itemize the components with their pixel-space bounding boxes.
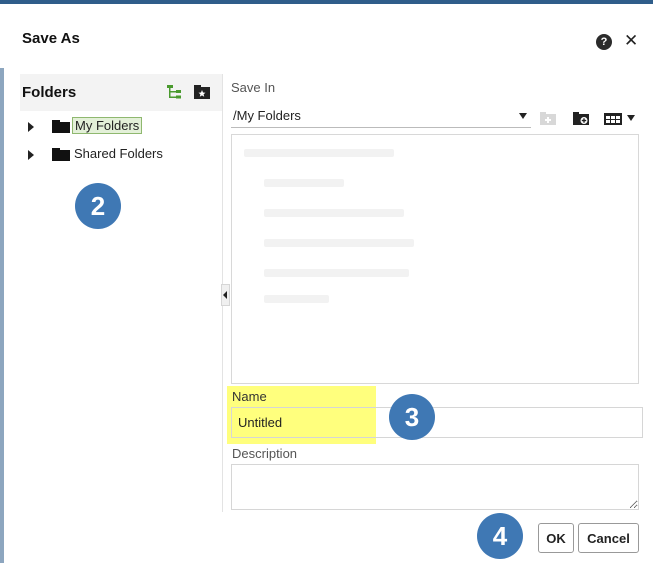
view-grid-icon[interactable] [603,110,623,126]
new-folder-disabled-icon [540,112,556,125]
new-folder-icon[interactable] [573,110,589,126]
view-options-caret-icon[interactable] [627,115,635,121]
name-label: Name [232,389,267,404]
save-in-value: /My Folders [233,108,301,123]
collapse-panel-handle[interactable] [221,284,230,306]
folders-title: Folders [22,84,77,101]
callout-badge-4: 4 [477,513,523,559]
description-input[interactable] [231,464,639,510]
cancel-button[interactable]: Cancel [578,523,639,553]
file-list[interactable] [231,134,639,384]
expand-arrow-icon[interactable] [28,122,34,132]
dialog-title: Save As [22,30,80,47]
ok-button[interactable]: OK [538,523,574,553]
tree-item-shared-folders[interactable]: Shared Folders [20,144,222,166]
placeholder-row [264,239,414,247]
placeholder-row [264,295,329,303]
folder-tree-icon[interactable] [165,83,183,101]
collapse-arrow-icon [223,291,227,299]
folders-header: Folders [20,74,222,111]
dialog-titlebar: Save As ? ✕ [0,4,653,68]
save-in-label: Save In [231,80,276,95]
new-folder-icon[interactable] [193,84,211,100]
expand-arrow-icon[interactable] [28,150,34,160]
tree-item-label[interactable]: My Folders [72,117,143,134]
folders-panel: Folders My Folders Shared Folders [20,74,222,510]
placeholder-row [244,149,394,157]
description-label: Description [232,446,298,461]
placeholder-row [264,269,409,277]
folder-icon [52,120,70,133]
help-icon[interactable]: ? [596,34,612,50]
placeholder-row [264,209,404,217]
callout-badge-3: 3 [389,394,435,440]
folder-icon [52,148,70,161]
window-left-border [0,0,4,563]
name-input[interactable] [231,407,643,438]
tree-item-label[interactable]: Shared Folders [74,146,163,161]
save-in-dropdown[interactable]: /My Folders [231,106,531,128]
dropdown-caret-icon[interactable] [519,113,527,119]
callout-badge-2: 2 [75,183,121,229]
placeholder-row [264,179,344,187]
tree-item-my-folders[interactable]: My Folders [20,116,222,138]
close-icon[interactable]: ✕ [624,31,638,51]
